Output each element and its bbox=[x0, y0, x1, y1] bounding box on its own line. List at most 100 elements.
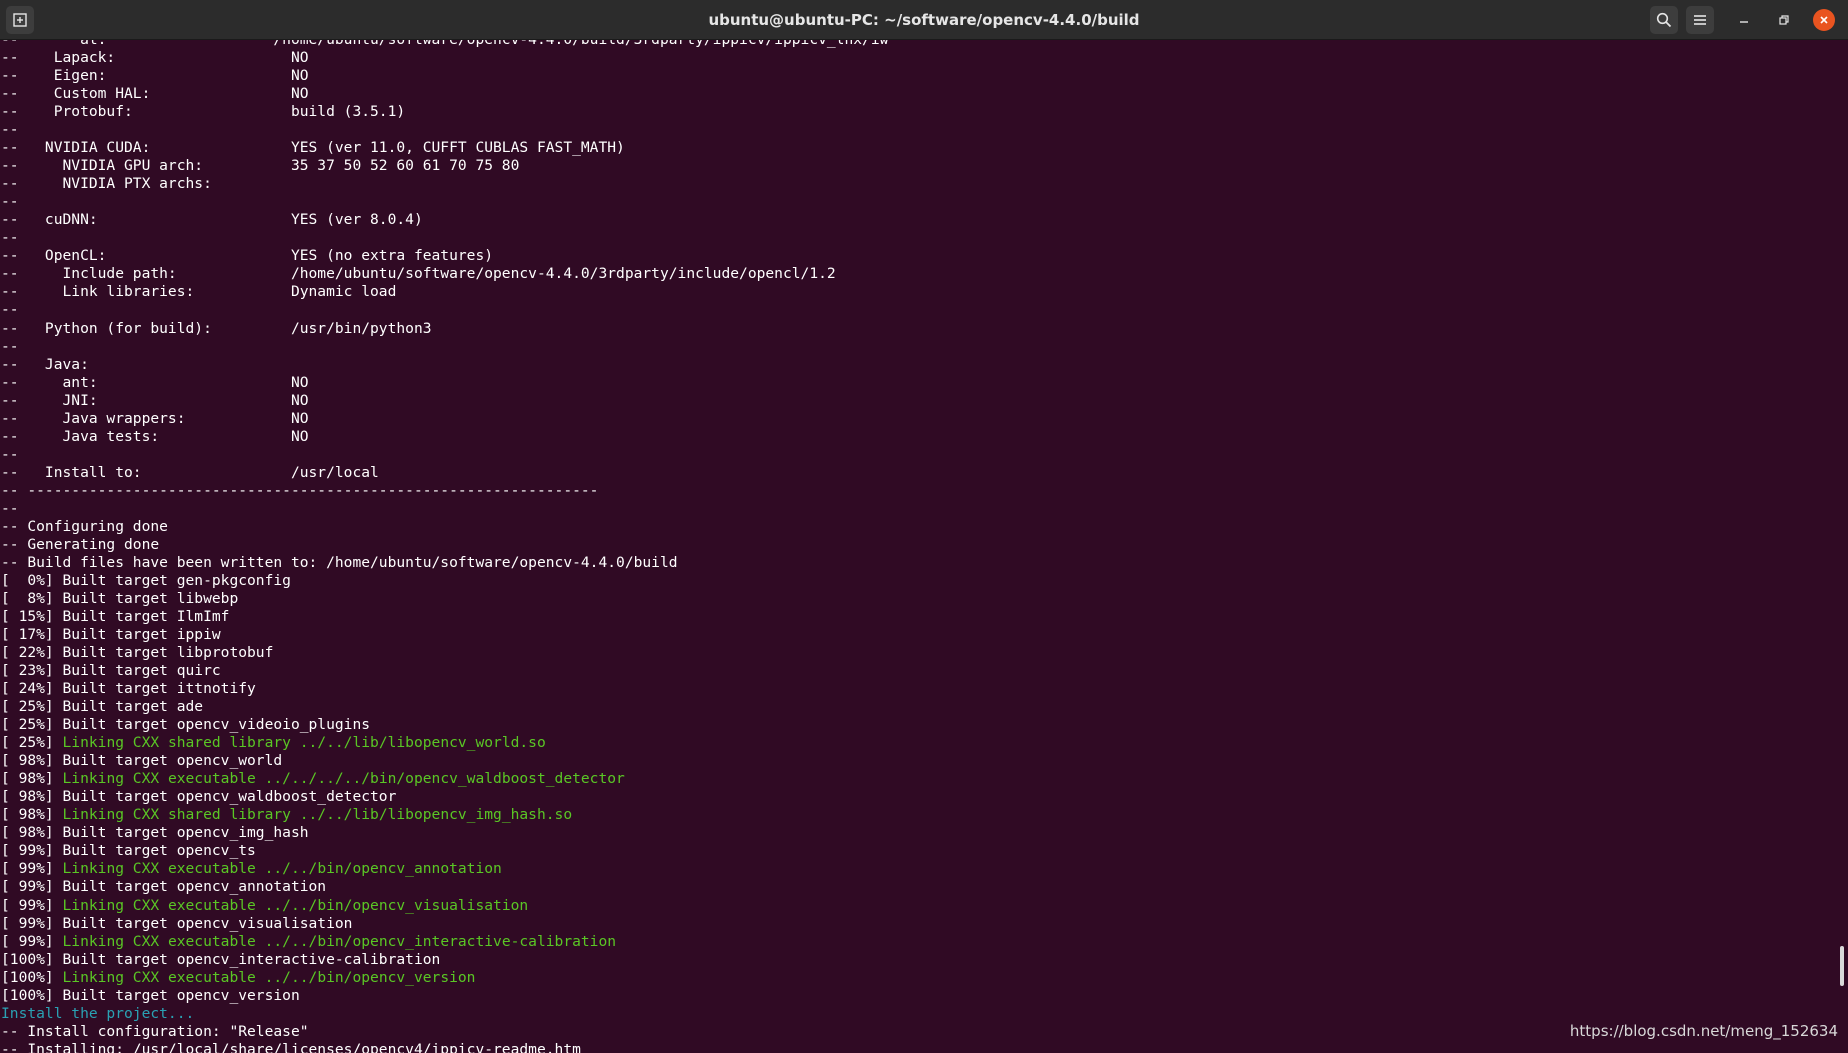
terminal-line-text: -- Configuring done bbox=[1, 517, 168, 535]
terminal-line-text: [ 15%] Built target IlmImf bbox=[1, 608, 230, 625]
terminal-line: [ 98%] Linking CXX executable ../../../.… bbox=[1, 770, 888, 788]
terminal-line-text: [ 0%] Built target gen-pkgconfig bbox=[1, 571, 291, 589]
terminal-line: [100%] Built target opencv_version bbox=[1, 987, 888, 1005]
terminal-line-text: -- Build files have been written to: /ho… bbox=[1, 553, 678, 571]
terminal-line: -- NVIDIA PTX archs: bbox=[1, 175, 888, 193]
terminal-line-text: [ 98%] bbox=[1, 770, 63, 788]
minimize-button[interactable] bbox=[1730, 6, 1758, 34]
terminal-line-text: -- Java tests: NO bbox=[1, 427, 309, 445]
terminal-line-text: [100%] Built target opencv_interactive-c… bbox=[1, 950, 441, 968]
terminal-line-text: -- Eigen: NO bbox=[1, 67, 309, 85]
window-title: ubuntu@ubuntu-PC: ~/software/opencv-4.4.… bbox=[708, 11, 1140, 29]
terminal-line: [ 98%] Built target opencv_waldboost_det… bbox=[1, 788, 888, 806]
terminal-line-text: [ 99%] Built target opencv_visualisation bbox=[1, 914, 353, 932]
terminal-line: [100%] Built target opencv_interactive-c… bbox=[1, 951, 888, 969]
terminal-line: -- Configuring done bbox=[1, 518, 888, 536]
terminal-line: -- bbox=[1, 229, 888, 247]
terminal-line: -- Java wrappers: NO bbox=[1, 410, 888, 428]
close-button[interactable] bbox=[1810, 6, 1838, 34]
terminal-line: -- Install configuration: "Release" bbox=[1, 1023, 888, 1041]
terminal-line: -- Link libraries: Dynamic load bbox=[1, 283, 888, 301]
terminal-line-text: -- bbox=[1, 445, 19, 463]
terminal-line-text: -- Installing: /usr/local/share/licenses… bbox=[1, 1040, 581, 1053]
search-button[interactable] bbox=[1650, 6, 1678, 34]
terminal-line-text: -- bbox=[1, 499, 19, 517]
terminal-line-text: -- bbox=[1, 193, 19, 211]
terminal-line-text: -- bbox=[1, 121, 19, 139]
scrollbar-thumb[interactable] bbox=[1840, 946, 1844, 986]
terminal-line-text: -- Install configuration: "Release" bbox=[1, 1022, 309, 1040]
terminal-line: -- Protobuf: build (3.5.1) bbox=[1, 103, 888, 121]
terminal-line: -- JNI: NO bbox=[1, 392, 888, 410]
terminal-line: -- Install to: /usr/local bbox=[1, 464, 888, 482]
terminal-line-text: [ 22%] Built target libprotobuf bbox=[1, 644, 274, 662]
terminal-line: -- bbox=[1, 446, 888, 464]
terminal-line-text: [ 99%] bbox=[1, 860, 63, 878]
terminal-line: -- bbox=[1, 338, 888, 356]
terminal-line-highlight: Linking CXX executable ../../bin/opencv_… bbox=[62, 860, 502, 878]
terminal-output[interactable]: -- at: /home/ubuntu/software/opencv-4.4.… bbox=[0, 40, 1830, 1053]
terminal-line-highlight: Linking CXX executable ../../bin/opencv_… bbox=[62, 968, 476, 986]
terminal-line: [ 23%] Built target quirc bbox=[1, 662, 888, 680]
terminal-line-highlight: Linking CXX executable ../../bin/opencv_… bbox=[62, 896, 529, 914]
maximize-button[interactable] bbox=[1770, 6, 1798, 34]
terminal-line-text: [ 99%] Built target opencv_ts bbox=[1, 842, 256, 860]
terminal-line: [ 99%] Linking CXX executable ../../bin/… bbox=[1, 860, 888, 878]
terminal-line: -- Build files have been written to: /ho… bbox=[1, 554, 888, 572]
terminal-line-text: [ 24%] Built target ittnotify bbox=[1, 680, 256, 698]
terminal-line: Install the project... bbox=[1, 1005, 888, 1023]
terminal-line-text: -- bbox=[1, 301, 19, 319]
terminal-line-text: -- at: /home/ubuntu/software/opencv-4.4.… bbox=[1, 40, 888, 48]
terminal-line: -- -------------------------------------… bbox=[1, 482, 888, 500]
terminal-line-text: -- Install to: /usr/local bbox=[1, 463, 379, 481]
terminal-line: -- Eigen: NO bbox=[1, 67, 888, 85]
menu-button[interactable] bbox=[1686, 6, 1714, 34]
terminal-line-text: -- Lapack: NO bbox=[1, 49, 309, 67]
terminal-line: -- NVIDIA GPU arch: 35 37 50 52 60 61 70… bbox=[1, 157, 888, 175]
terminal-line: [ 22%] Built target libprotobuf bbox=[1, 644, 888, 662]
title-bar: ubuntu@ubuntu-PC: ~/software/opencv-4.4.… bbox=[0, 0, 1848, 40]
terminal-line-text: Install the project... bbox=[1, 1004, 195, 1022]
terminal-line: -- bbox=[1, 301, 888, 319]
terminal-line-text: -- NVIDIA CUDA: YES (ver 11.0, CUFFT CUB… bbox=[1, 139, 625, 157]
terminal-line-text: [ 23%] Built target quirc bbox=[1, 662, 221, 680]
terminal-line: [ 25%] Built target ade bbox=[1, 698, 888, 716]
minimize-icon bbox=[1740, 21, 1748, 23]
terminal-line: -- ant: NO bbox=[1, 374, 888, 392]
new-tab-button[interactable] bbox=[6, 6, 34, 34]
terminal-line-text: [ 99%] bbox=[1, 932, 63, 950]
terminal-line-text: [ 8%] Built target libwebp bbox=[1, 589, 239, 607]
close-icon bbox=[1820, 16, 1828, 24]
terminal-line-text: -- Custom HAL: NO bbox=[1, 85, 309, 103]
terminal-line: [ 99%] Built target opencv_annotation bbox=[1, 878, 888, 896]
terminal-line: -- at: /home/ubuntu/software/opencv-4.4.… bbox=[1, 40, 888, 49]
terminal-line-text: -- Include path: /home/ubuntu/software/o… bbox=[1, 265, 836, 283]
terminal-line-text: [100%] bbox=[1, 968, 63, 986]
terminal-line: [ 98%] Linking CXX shared library ../../… bbox=[1, 806, 888, 824]
terminal-line-text: [ 98%] bbox=[1, 806, 63, 824]
terminal-line-text: -- -------------------------------------… bbox=[1, 481, 599, 499]
terminal-line-text: -- JNI: NO bbox=[1, 391, 309, 409]
terminal-line: [ 25%] Linking CXX shared library ../../… bbox=[1, 734, 888, 752]
terminal-line: [ 25%] Built target opencv_videoio_plugi… bbox=[1, 716, 888, 734]
terminal-line: [ 98%] Built target opencv_img_hash bbox=[1, 824, 888, 842]
terminal-line: [ 17%] Built target ippiw bbox=[1, 626, 888, 644]
terminal-line: -- Include path: /home/ubuntu/software/o… bbox=[1, 265, 888, 283]
terminal-line-text: -- bbox=[1, 337, 19, 355]
terminal-line-text: -- Protobuf: build (3.5.1) bbox=[1, 103, 406, 121]
terminal-line: -- bbox=[1, 193, 888, 211]
terminal-line-highlight: Linking CXX shared library ../../lib/lib… bbox=[62, 734, 546, 752]
terminal-line-text: -- cuDNN: YES (ver 8.0.4) bbox=[1, 211, 423, 229]
terminal-line: [ 98%] Built target opencv_world bbox=[1, 752, 888, 770]
restore-icon bbox=[1779, 15, 1789, 25]
watermark-text: https://blog.csdn.net/meng_152634 bbox=[1569, 1022, 1838, 1040]
terminal-line-text: [ 98%] Built target opencv_world bbox=[1, 752, 283, 770]
terminal-line: [ 24%] Built target ittnotify bbox=[1, 680, 888, 698]
terminal-line-text: -- Java wrappers: NO bbox=[1, 409, 309, 427]
terminal-line-text: -- NVIDIA PTX archs: bbox=[1, 175, 212, 193]
terminal-line: -- Java tests: NO bbox=[1, 428, 888, 446]
terminal-line: [ 0%] Built target gen-pkgconfig bbox=[1, 572, 888, 590]
terminal-line-highlight: Linking CXX executable ../../../../bin/o… bbox=[62, 770, 625, 788]
terminal-line: [ 99%] Linking CXX executable ../../bin/… bbox=[1, 897, 888, 915]
terminal-line-text: -- Generating done bbox=[1, 535, 160, 553]
